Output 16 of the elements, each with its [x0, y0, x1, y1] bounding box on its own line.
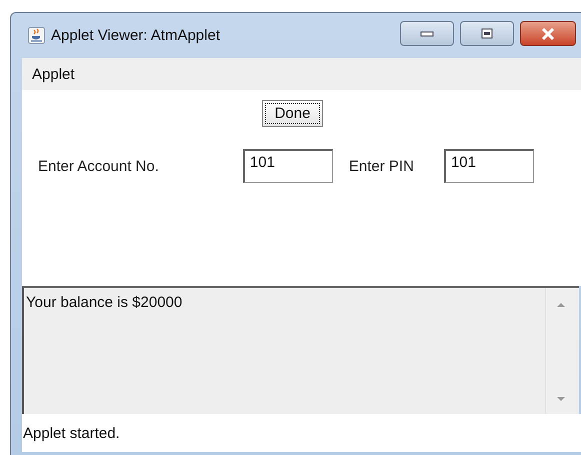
menu-item[interactable]: Applet [28, 64, 79, 84]
minimize-button[interactable] [400, 21, 454, 46]
maximize-button[interactable] [460, 21, 514, 46]
window-title: Applet Viewer: AtmApplet [51, 27, 221, 44]
close-button[interactable] [520, 21, 576, 46]
input-field[interactable]: 101 [444, 149, 534, 183]
field-label: Enter Account No. [38, 158, 159, 174]
minimize-icon [420, 30, 434, 38]
field-label: Enter PIN [348, 158, 414, 174]
status-text: Applet started. [23, 424, 120, 442]
maximize-icon [480, 28, 494, 40]
close-icon [540, 28, 556, 40]
output-text: Your balance is $20000 [25, 293, 184, 313]
coffee-cup-icon [28, 27, 45, 44]
input-field[interactable]: 101 [242, 149, 333, 183]
done-button[interactable]: Done [262, 100, 324, 127]
